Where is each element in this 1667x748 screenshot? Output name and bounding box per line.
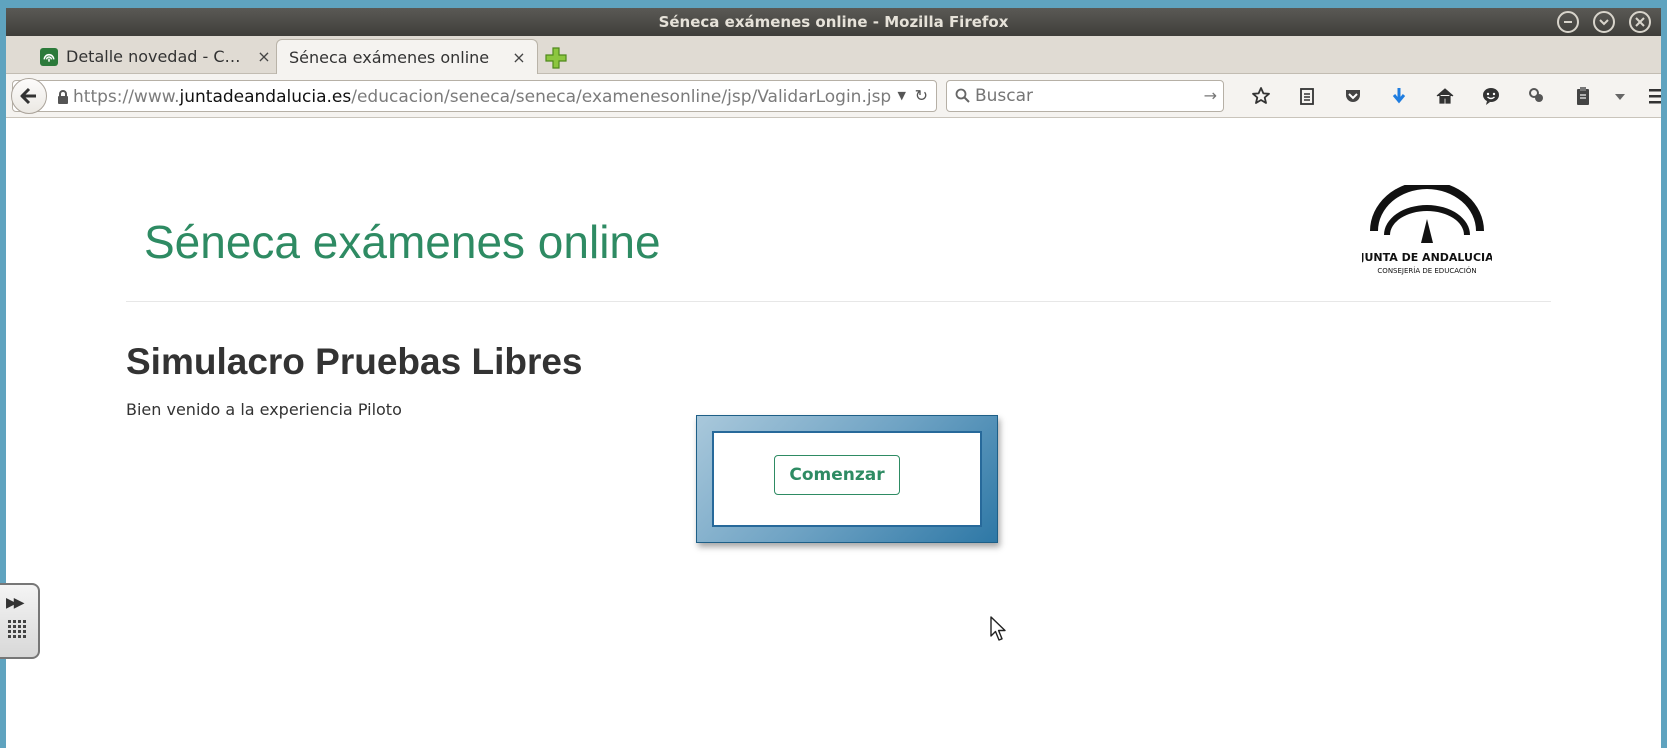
close-window-button[interactable]: [1629, 11, 1651, 33]
page-heading: Simulacro Pruebas Libres: [126, 341, 583, 382]
minimize-icon: [1564, 21, 1572, 23]
extension-gear-icon: [1529, 88, 1543, 102]
maximize-button[interactable]: [1593, 11, 1615, 33]
window-controls: [1557, 11, 1651, 33]
url-host: juntadeandalucia.es: [179, 87, 352, 107]
navigation-bar: https://www.juntadeandalucia.es/educacio…: [6, 74, 1661, 118]
downloads-button[interactable]: [1376, 82, 1422, 110]
tab-detalle-novedad[interactable]: Detalle novedad - C… ×: [30, 39, 282, 74]
start-dialog: Comenzar: [696, 415, 998, 543]
clipboard-icon: [1577, 87, 1589, 105]
site-title: Séneca exámenes online: [144, 216, 661, 268]
menu-button[interactable]: [1634, 82, 1661, 110]
svg-text:CONSEJERÍA DE EDUCACIÓN: CONSEJERÍA DE EDUCACIÓN: [1377, 266, 1476, 275]
reading-list-icon: [1300, 88, 1314, 105]
toolbar: [1238, 82, 1661, 110]
smiley-chat-icon: [1483, 88, 1499, 105]
junta-favicon-icon: [40, 47, 58, 66]
extension-button[interactable]: [1514, 82, 1560, 110]
tab-close-icon[interactable]: ×: [254, 47, 274, 66]
mouse-cursor-icon: [990, 616, 1006, 641]
browser-window: Séneca exámenes online - Mozilla Firefox…: [6, 8, 1661, 748]
keypad-grid-icon: [8, 620, 26, 638]
start-dialog-body: Comenzar: [712, 431, 982, 527]
chevron-down-icon: [1599, 19, 1609, 26]
tab-seneca-examenes[interactable]: Séneca exámenes online ×: [276, 39, 538, 74]
url-path: /educacion/seneca/seneca/examenesonline/…: [351, 87, 892, 107]
search-icon: [955, 88, 970, 103]
back-arrow-icon: [20, 87, 36, 105]
hamburger-menu-icon: [1649, 89, 1661, 104]
pocket-icon: [1346, 90, 1360, 102]
welcome-text: Bien venido a la experiencia Piloto: [126, 400, 402, 419]
clipboard-button[interactable]: [1560, 82, 1606, 110]
minimize-button[interactable]: [1557, 11, 1579, 33]
fast-forward-icon: ▶▶: [6, 595, 24, 611]
close-icon: [1635, 17, 1645, 27]
download-arrow-icon: [1392, 88, 1406, 104]
url-prefix: https://www.: [73, 87, 180, 107]
junta-andalucia-logo: JUNTA DE ANDALUCIA CONSEJERÍA DE EDUCACI…: [1362, 185, 1492, 275]
star-icon: [1252, 87, 1270, 104]
search-go-arrow-icon[interactable]: →: [1204, 86, 1217, 105]
search-bar[interactable]: →: [946, 80, 1224, 112]
home-icon: [1436, 88, 1454, 104]
window-title: Séneca exámenes online - Mozilla Firefox: [658, 13, 1009, 31]
url-bar[interactable]: https://www.juntadeandalucia.es/educacio…: [11, 78, 937, 114]
url-dropdown-icon[interactable]: ▼: [898, 89, 906, 102]
svg-text:JUNTA DE ANDALUCIA: JUNTA DE ANDALUCIA: [1362, 251, 1492, 264]
url-text[interactable]: https://www.juntadeandalucia.es/educacio…: [73, 87, 891, 107]
comenzar-button[interactable]: Comenzar: [774, 455, 900, 495]
pocket-button[interactable]: [1330, 82, 1376, 110]
tab-label: Séneca exámenes online: [289, 47, 490, 67]
search-input[interactable]: [975, 84, 1195, 108]
header-divider: [126, 301, 1551, 302]
bookmark-star-button[interactable]: [1238, 82, 1284, 110]
back-button[interactable]: [11, 78, 47, 114]
tab-label: Detalle novedad - C…: [66, 47, 241, 66]
home-button[interactable]: [1422, 82, 1468, 110]
chevron-down-icon: [1615, 94, 1625, 100]
page-content: Séneca exámenes online JUNTA DE ANDALUCI…: [6, 119, 1661, 748]
chat-button[interactable]: [1468, 82, 1514, 110]
tab-strip: Detalle novedad - C… × Séneca exámenes o…: [6, 36, 1661, 74]
bookmarks-list-button[interactable]: [1284, 82, 1330, 110]
lock-icon: [58, 90, 68, 104]
reload-icon[interactable]: ↻: [915, 86, 928, 105]
new-tab-plus-icon[interactable]: [544, 46, 568, 70]
title-bar: Séneca exámenes online - Mozilla Firefox: [6, 8, 1661, 36]
tab-close-icon[interactable]: ×: [509, 48, 529, 67]
dock-handle[interactable]: ▶▶: [0, 583, 40, 659]
clipboard-dropdown-button[interactable]: [1606, 82, 1634, 110]
